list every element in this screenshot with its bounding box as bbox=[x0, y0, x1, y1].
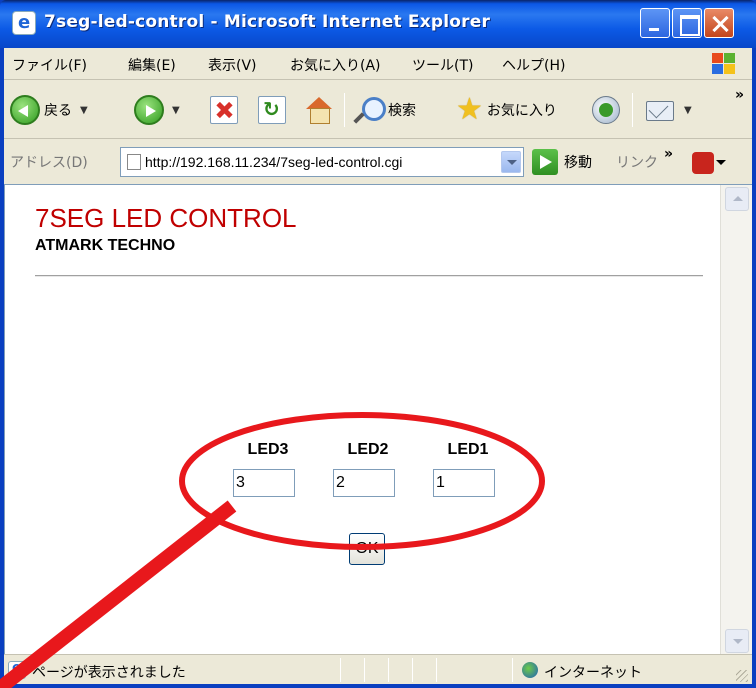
close-button[interactable] bbox=[704, 8, 734, 38]
led1-group: LED1 bbox=[433, 441, 503, 497]
vertical-scrollbar[interactable] bbox=[720, 185, 752, 654]
resize-grip-icon[interactable] bbox=[736, 670, 748, 682]
address-dropdown-icon[interactable] bbox=[501, 151, 521, 173]
address-label: アドレス(D) bbox=[10, 155, 88, 171]
led3-input[interactable] bbox=[233, 469, 295, 497]
scroll-down-icon[interactable] bbox=[725, 629, 749, 653]
favorites-label: お気に入り bbox=[486, 103, 557, 119]
page-done-icon bbox=[8, 660, 26, 679]
led2-label: LED2 bbox=[347, 441, 389, 458]
window-title: 7seg-led-control - Microsoft Internet Ex… bbox=[44, 12, 491, 32]
status-divider bbox=[412, 658, 413, 682]
search-label: 検索 bbox=[388, 103, 416, 119]
led1-input[interactable] bbox=[433, 469, 495, 497]
horizontal-rule bbox=[35, 275, 703, 277]
toolbar-separator bbox=[344, 93, 345, 127]
standard-toolbar: 戻る ▼ ▼ 検索 ★ お気に入り bbox=[4, 81, 752, 139]
address-bar: アドレス(D) 移動 リンク » bbox=[4, 140, 752, 184]
ie-window: 7seg-led-control - Microsoft Internet Ex… bbox=[0, 0, 756, 688]
title-bar[interactable]: 7seg-led-control - Microsoft Internet Ex… bbox=[0, 0, 756, 48]
scroll-up-icon[interactable] bbox=[725, 187, 749, 211]
stop-button[interactable] bbox=[210, 91, 238, 129]
stop-icon bbox=[210, 96, 238, 124]
mail-dropdown-icon[interactable]: ▼ bbox=[684, 105, 692, 116]
toolbar-more-chevron-icon[interactable]: » bbox=[735, 87, 744, 103]
search-button[interactable]: 検索 bbox=[354, 91, 416, 129]
back-button[interactable]: 戻る ▼ bbox=[10, 91, 88, 129]
zone-text: インターネット bbox=[544, 665, 642, 681]
page-icon bbox=[127, 154, 141, 170]
page-viewport: 7SEG LED CONTROL ATMARK TECHNO LED3 LED2… bbox=[4, 184, 752, 654]
back-label: 戻る bbox=[44, 103, 72, 119]
links-label[interactable]: リンク bbox=[616, 152, 658, 172]
led3-group: LED3 bbox=[233, 441, 303, 497]
go-button[interactable]: 移動 bbox=[532, 149, 592, 175]
menu-edit[interactable]: 編集(E) bbox=[128, 55, 176, 75]
mail-button[interactable]: ▼ bbox=[644, 91, 692, 129]
menu-file[interactable]: ファイル(F) bbox=[12, 55, 87, 75]
back-arrow-icon bbox=[10, 95, 40, 125]
maximize-button[interactable] bbox=[672, 8, 702, 38]
back-dropdown-icon[interactable]: ▼ bbox=[80, 105, 88, 116]
status-divider bbox=[388, 658, 389, 682]
page-subtitle: ATMARK TECHNO bbox=[35, 237, 176, 254]
browser-chrome: ファイル(F) 編集(E) 表示(V) お気に入り(A) ツール(T) ヘルプ(… bbox=[4, 48, 752, 184]
mail-icon bbox=[644, 97, 676, 123]
pdf-icon[interactable] bbox=[692, 152, 726, 174]
go-label: 移動 bbox=[564, 155, 592, 171]
refresh-icon bbox=[258, 96, 286, 124]
ie-logo-icon bbox=[12, 11, 36, 35]
forward-dropdown-icon[interactable]: ▼ bbox=[172, 105, 180, 116]
status-divider bbox=[512, 658, 513, 682]
forward-button[interactable]: ▼ bbox=[134, 91, 180, 129]
led2-group: LED2 bbox=[333, 441, 403, 497]
go-arrow-icon bbox=[532, 149, 558, 175]
page-title: 7SEG LED CONTROL bbox=[35, 203, 297, 233]
refresh-button[interactable] bbox=[258, 91, 286, 129]
minimize-button[interactable] bbox=[640, 8, 670, 38]
led2-input[interactable] bbox=[333, 469, 395, 497]
led3-label: LED3 bbox=[247, 441, 289, 458]
star-icon: ★ bbox=[456, 92, 483, 127]
status-bar: ページが表示されました インターネット bbox=[4, 654, 752, 684]
address-input[interactable] bbox=[145, 149, 495, 175]
address-field[interactable] bbox=[120, 147, 524, 177]
menu-help[interactable]: ヘルプ(H) bbox=[502, 55, 565, 75]
history-button[interactable] bbox=[592, 91, 620, 129]
status-divider bbox=[340, 658, 341, 682]
toolbar-separator bbox=[632, 93, 633, 127]
internet-globe-icon bbox=[522, 662, 538, 678]
ok-button[interactable]: OK bbox=[349, 533, 385, 565]
favorites-button[interactable]: ★ お気に入り bbox=[456, 91, 557, 129]
menu-favorites[interactable]: お気に入り(A) bbox=[290, 55, 381, 75]
forward-arrow-icon bbox=[134, 95, 164, 125]
status-text: ページが表示されました bbox=[32, 665, 186, 681]
status-divider bbox=[364, 658, 365, 682]
windows-logo-icon bbox=[710, 51, 736, 75]
menu-view[interactable]: 表示(V) bbox=[208, 55, 257, 75]
links-chevron-icon[interactable]: » bbox=[664, 146, 673, 162]
led1-label: LED1 bbox=[447, 441, 489, 458]
status-divider bbox=[436, 658, 437, 682]
home-button[interactable] bbox=[304, 91, 334, 129]
history-icon bbox=[592, 96, 620, 124]
home-icon bbox=[304, 95, 334, 125]
search-icon bbox=[354, 95, 386, 125]
menu-tools[interactable]: ツール(T) bbox=[412, 55, 473, 75]
menu-bar: ファイル(F) 編集(E) 表示(V) お気に入り(A) ツール(T) ヘルプ(… bbox=[4, 48, 752, 80]
